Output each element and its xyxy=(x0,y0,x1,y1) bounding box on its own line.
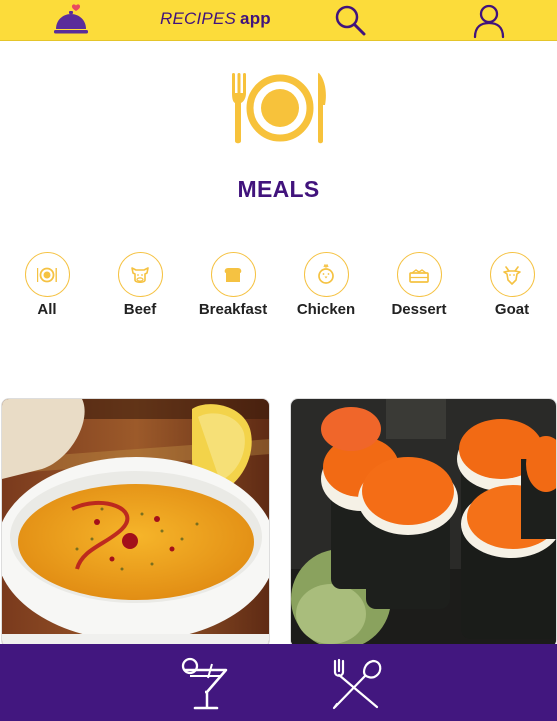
category-label: Dessert xyxy=(391,301,447,318)
category-beef[interactable]: Beef xyxy=(94,252,186,318)
cake-icon xyxy=(409,268,429,283)
recipe-card[interactable] xyxy=(290,398,557,648)
recipe-card[interactable] xyxy=(1,398,270,648)
search-icon[interactable] xyxy=(333,4,367,37)
app-title-main: RECIPES xyxy=(160,9,237,28)
lentil-soup-photo xyxy=(2,399,269,647)
category-all-circle xyxy=(24,252,70,297)
category-breakfast[interactable]: Breakfast xyxy=(187,252,279,318)
category-label: All xyxy=(37,301,57,318)
bread-icon xyxy=(224,267,242,282)
sushi-roll-photo xyxy=(291,399,556,647)
bottom-nav xyxy=(0,644,557,721)
category-goat[interactable]: Goat xyxy=(466,252,557,318)
category-dessert[interactable]: Dessert xyxy=(373,252,465,318)
category-label: Goat xyxy=(494,301,530,318)
profile-icon[interactable] xyxy=(471,3,507,39)
goat-icon xyxy=(503,265,521,285)
cow-icon xyxy=(131,266,149,283)
page-title: MEALS xyxy=(237,176,320,202)
category-beef-circle xyxy=(117,252,163,297)
cloche-heart-icon[interactable] xyxy=(52,3,90,37)
app-title-app: app xyxy=(240,9,271,28)
cocktail-icon[interactable] xyxy=(180,656,230,712)
plate-fork-knife-icon xyxy=(232,72,326,144)
category-label: Beef xyxy=(123,301,157,318)
top-header: RECIPES app xyxy=(0,0,557,41)
category-label: Breakfast xyxy=(198,301,268,318)
plate-icon xyxy=(37,267,57,282)
fork-spoon-crossed-icon[interactable] xyxy=(329,657,383,711)
category-goat-circle xyxy=(489,252,535,297)
category-all[interactable]: All xyxy=(1,252,93,318)
chicken-icon xyxy=(318,263,334,284)
category-dessert-circle xyxy=(396,252,442,297)
category-chicken-circle xyxy=(303,252,349,297)
category-breakfast-circle xyxy=(210,252,256,297)
category-label: Chicken xyxy=(296,301,356,318)
app-title: RECIPES app xyxy=(160,9,271,29)
category-chicken[interactable]: Chicken xyxy=(280,252,372,318)
